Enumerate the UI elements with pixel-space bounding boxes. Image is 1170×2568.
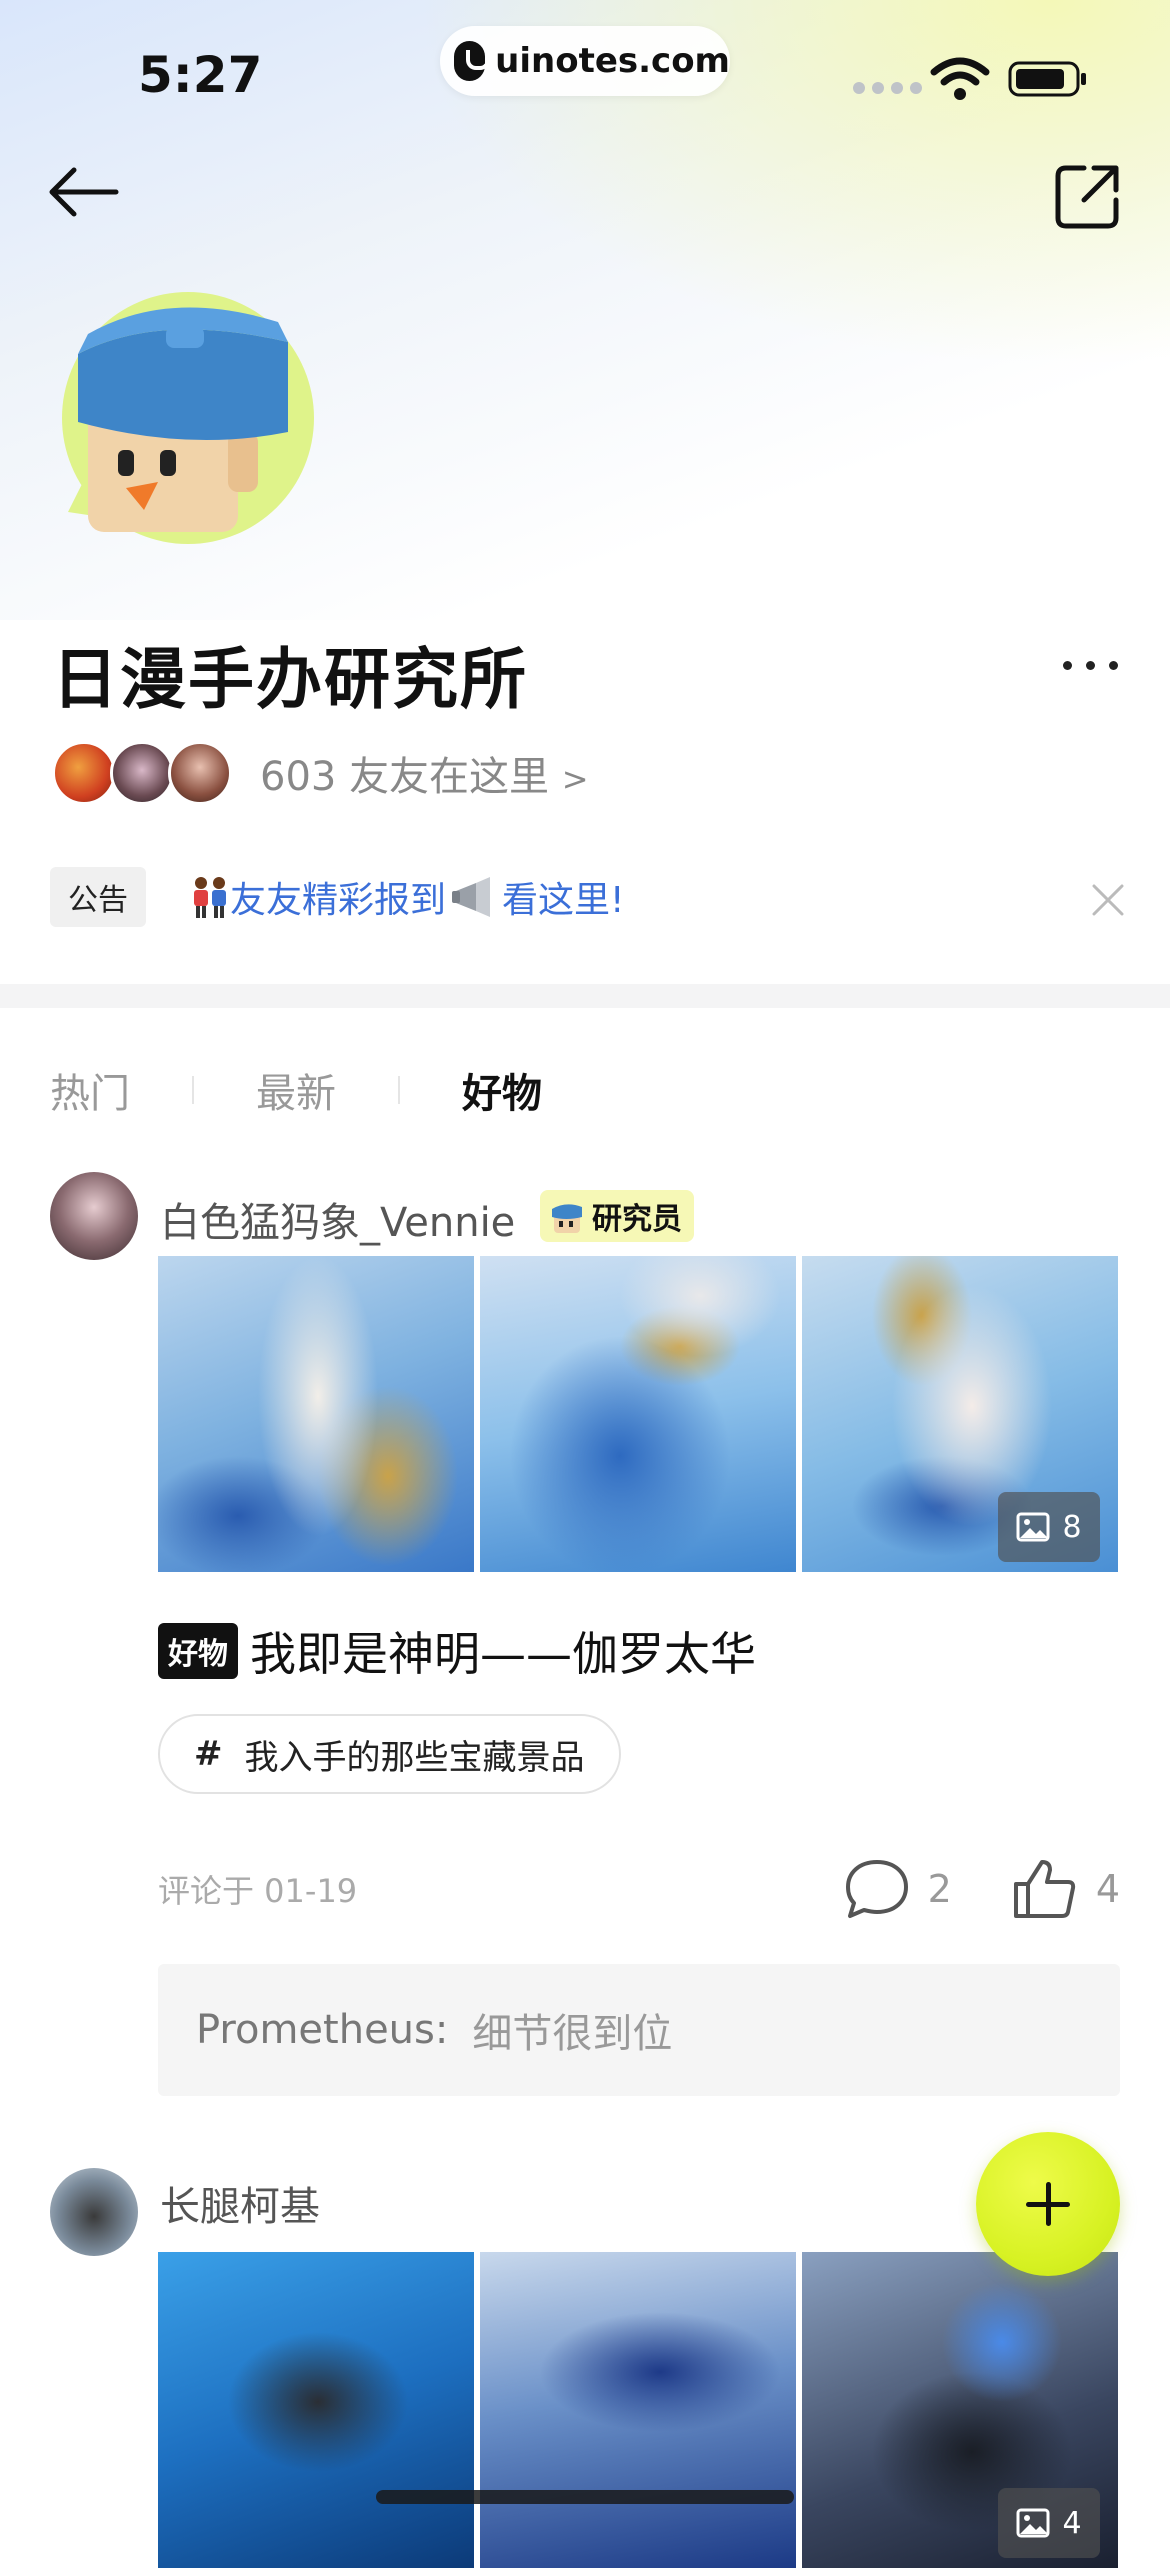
status-time: 5:27 <box>138 46 263 104</box>
chevron-right-icon: > <box>561 760 589 798</box>
close-icon[interactable] <box>1086 878 1130 922</box>
topic-label: 我入手的那些宝藏景品 <box>244 1737 585 1778</box>
topic-chip[interactable]: # 我入手的那些宝藏景品 <box>158 1714 621 1794</box>
post-image[interactable]: 8 <box>802 1256 1118 1572</box>
image-count: 4 <box>1062 2505 1082 2541</box>
post-category-tag: 好物 <box>158 1623 238 1679</box>
image-icon <box>1016 1512 1050 1542</box>
member-avatar <box>168 741 232 805</box>
notice-bar[interactable]: 公告 友友精彩报到 看这里! <box>50 866 1124 928</box>
hashtag-icon: # <box>194 1734 223 1774</box>
battery-icon <box>1008 61 1086 97</box>
post-image[interactable] <box>158 1256 474 1572</box>
tab-separator <box>398 1076 400 1104</box>
members-row[interactable]: 603 友友在这里 > <box>52 738 589 808</box>
badge-mascot-icon <box>552 1204 582 1233</box>
share-icon[interactable] <box>1048 156 1128 236</box>
author-name[interactable]: 白色猛犸象_Vennie <box>160 1190 515 1248</box>
comment-button[interactable]: 2 <box>842 1856 952 1922</box>
post-title-row[interactable]: 好物 我即是神明——伽罗太华 <box>158 1618 756 1684</box>
more-icon[interactable] <box>1050 640 1130 690</box>
member-avatar <box>52 741 116 805</box>
comment-icon <box>845 1860 908 1918</box>
author-badge: 研究员 <box>540 1190 694 1242</box>
post-actions: 2 4 <box>842 1854 1120 1924</box>
image-count: 8 <box>1062 1509 1082 1545</box>
url-pill[interactable]: uinotes.com <box>440 26 730 96</box>
like-icon <box>1013 1860 1075 1918</box>
plus-icon[interactable] <box>976 2132 1120 2276</box>
post-meta: 评论于 01-19 2 4 <box>158 1854 1120 1924</box>
url-text: uinotes.com <box>495 41 730 81</box>
tab-separator <box>192 1076 194 1104</box>
status-bar: 5:27 uinotes.com <box>0 0 1170 150</box>
site-logo-icon <box>454 41 491 81</box>
comment-text: 细节很到位 <box>472 2011 673 2057</box>
image-count-badge: 4 <box>998 2488 1100 2558</box>
home-indicator[interactable] <box>376 2490 794 2504</box>
notice-text-part2: 看这里! <box>502 880 625 921</box>
group-title: 日漫手办研究所 <box>52 641 528 718</box>
notice-text[interactable]: 友友精彩报到 看这里! <box>190 871 624 923</box>
commenter-name[interactable]: Prometheus: <box>196 2007 448 2053</box>
badge-label: 研究员 <box>592 1202 682 1237</box>
tab-latest[interactable]: 最新 <box>256 1061 336 1119</box>
cellular-signal-icon <box>853 82 922 94</box>
post-image[interactable] <box>158 2252 474 2568</box>
group-avatar <box>62 292 314 544</box>
comment-count: 2 <box>927 1867 952 1911</box>
tab-goods[interactable]: 好物 <box>462 1061 542 1119</box>
image-count-badge: 8 <box>998 1492 1100 1562</box>
wifi-icon <box>930 57 990 100</box>
image-grid: 4 <box>158 2252 1118 2568</box>
image-grid: 8 <box>158 1256 1118 1572</box>
notice-tag: 公告 <box>50 867 146 927</box>
post-time: 评论于 01-19 <box>158 1872 358 1910</box>
like-count: 4 <box>1095 1867 1120 1911</box>
tab-bar: 热门 最新 好物 <box>50 1060 542 1120</box>
author-name[interactable]: 长腿柯基 <box>160 2174 320 2232</box>
image-icon <box>1016 2508 1050 2538</box>
author-avatar[interactable] <box>50 1172 138 1260</box>
author-avatar[interactable] <box>50 2168 138 2256</box>
post-image[interactable] <box>480 2252 796 2568</box>
friends-emoji-icon <box>194 877 226 918</box>
megaphone-icon <box>452 877 491 917</box>
section-divider <box>0 984 1170 1008</box>
like-button[interactable]: 4 <box>1010 1856 1120 1922</box>
post-image[interactable] <box>480 1256 796 1572</box>
back-arrow-icon[interactable] <box>44 150 124 230</box>
tab-hot[interactable]: 热门 <box>50 1061 130 1119</box>
post-image[interactable]: 4 <box>802 2252 1118 2568</box>
member-count: 603 友友在这里 > <box>260 754 589 800</box>
notice-text-part1: 友友精彩报到 <box>230 880 447 921</box>
top-comment[interactable]: Prometheus: 细节很到位 <box>158 1964 1120 2096</box>
post-title: 我即是神明——伽罗太华 <box>250 1627 756 1681</box>
member-avatar <box>110 741 174 805</box>
